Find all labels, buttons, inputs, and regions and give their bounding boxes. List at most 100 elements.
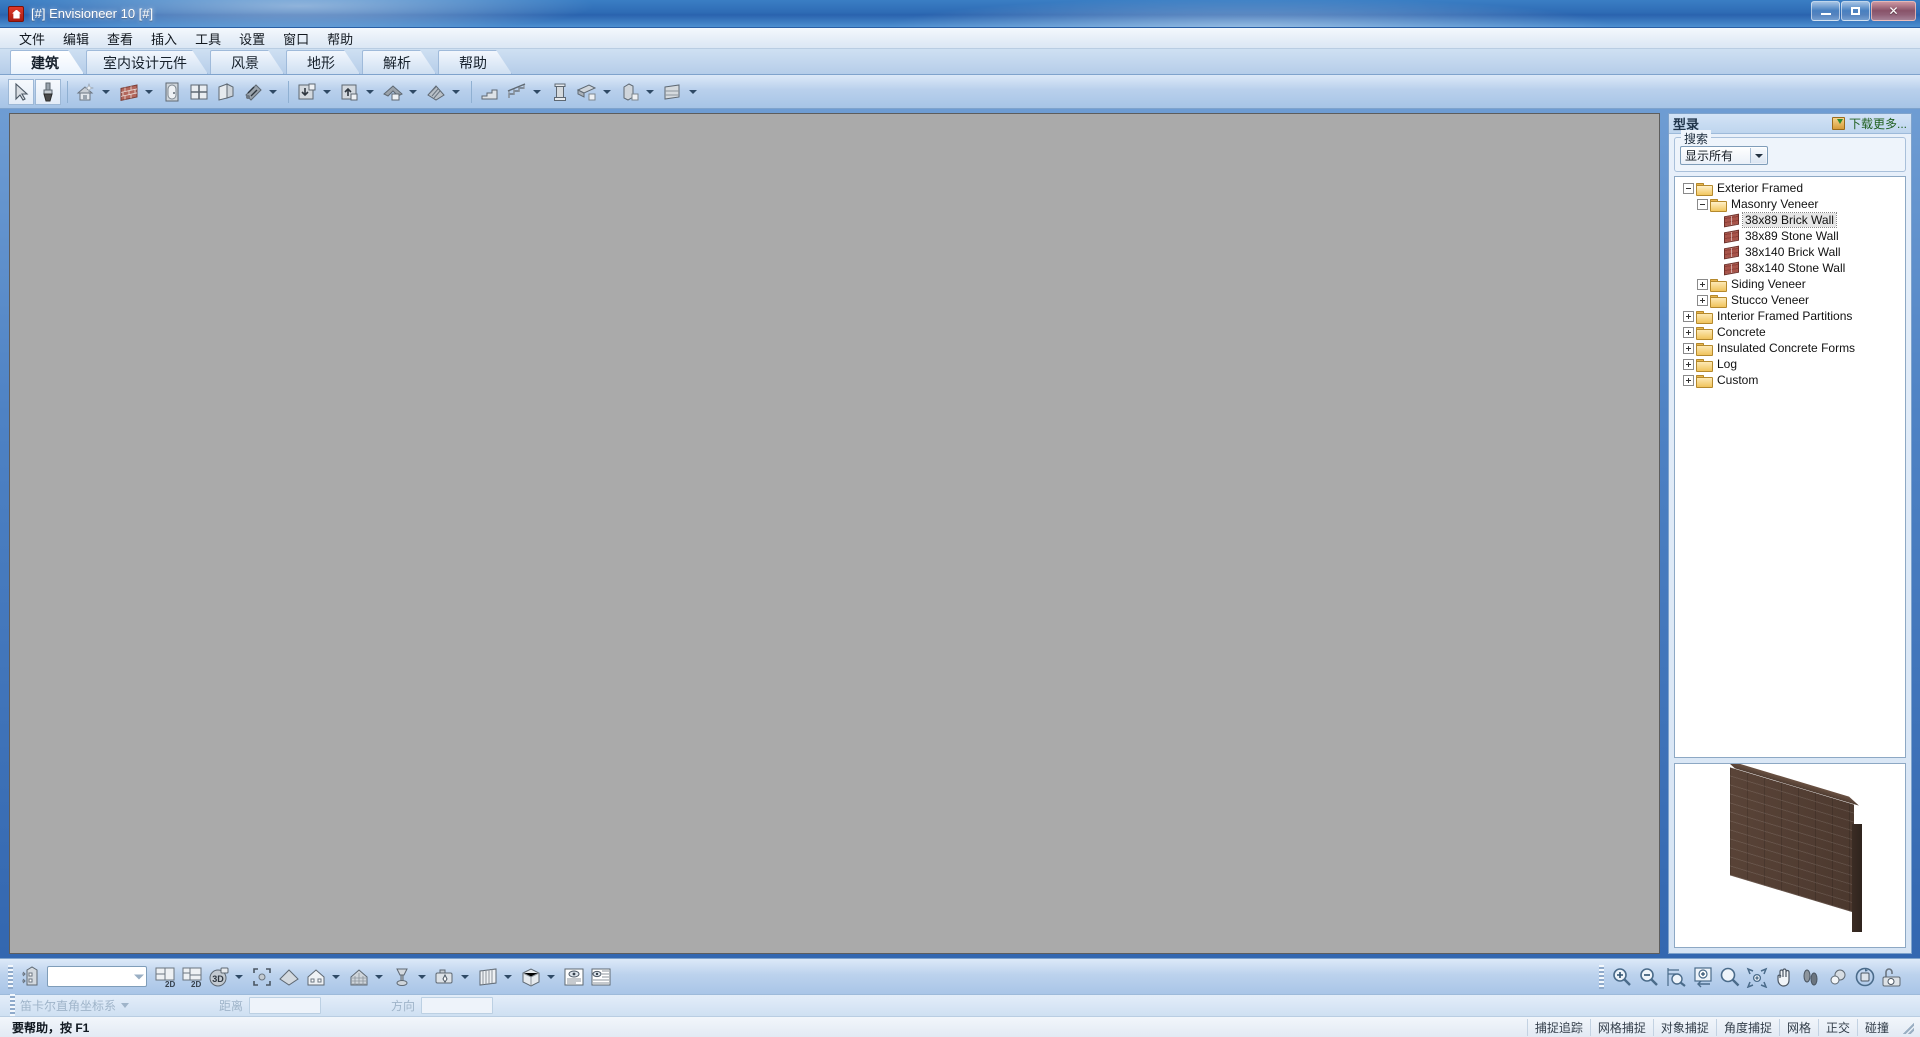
tab-interior-design[interactable]: 室内设计元件 xyxy=(86,50,208,74)
status-ortho[interactable]: 正交 xyxy=(1817,1018,1857,1036)
view-3d-dropdown-arrow[interactable] xyxy=(233,964,245,990)
camera-view-icon[interactable] xyxy=(432,964,458,990)
tree-item[interactable]: Insulated Concrete Forms xyxy=(1677,340,1905,356)
zoom-in-icon[interactable] xyxy=(1609,964,1635,990)
render-quality-dropdown-arrow[interactable] xyxy=(416,964,428,990)
active-level-combo[interactable] xyxy=(47,966,147,987)
perspective-box-icon[interactable] xyxy=(518,964,544,990)
zoom-window-icon[interactable] xyxy=(1663,964,1689,990)
view-3d-icon[interactable]: 3D xyxy=(206,964,232,990)
window-resize-grip[interactable] xyxy=(1900,1020,1914,1034)
floor-down-icon[interactable] xyxy=(294,79,320,105)
report-preview-icon[interactable] xyxy=(561,964,587,990)
tree-item[interactable]: Custom xyxy=(1677,372,1905,388)
expand-plus-icon[interactable] xyxy=(1683,342,1694,354)
wall-dropdown-arrow[interactable] xyxy=(143,79,155,105)
paintbrush-icon[interactable] xyxy=(35,78,61,105)
deck-dropdown-arrow[interactable] xyxy=(687,79,699,105)
pan-hand-icon[interactable] xyxy=(1771,964,1797,990)
elevation-view-icon[interactable] xyxy=(303,964,329,990)
expand-plus-icon[interactable] xyxy=(1697,294,1708,306)
expand-plus-icon[interactable] xyxy=(1683,326,1694,338)
status-snap-tracking[interactable]: 捕捉追踪 xyxy=(1526,1018,1590,1036)
fence-view-icon[interactable] xyxy=(475,964,501,990)
menu-file[interactable]: 文件 xyxy=(10,27,54,50)
house-wizard-dropdown-arrow[interactable] xyxy=(100,79,112,105)
roof-view-icon[interactable] xyxy=(276,964,302,990)
nav-toolbar-grip[interactable] xyxy=(1599,964,1604,989)
material-region-icon[interactable] xyxy=(240,79,266,105)
tab-architecture[interactable]: 建筑 xyxy=(10,50,84,74)
tree-item[interactable]: 38x140 Stone Wall xyxy=(1677,260,1905,276)
catalog-filter-select[interactable]: 显示所有 xyxy=(1680,146,1768,165)
window-icon[interactable] xyxy=(186,79,212,105)
expand-plus-icon[interactable] xyxy=(1683,374,1694,386)
expand-plus-icon[interactable] xyxy=(1683,310,1694,322)
expand-plus-icon[interactable] xyxy=(1697,278,1708,290)
coordinate-system-select[interactable]: 笛卡尔直角坐标系 xyxy=(20,997,130,1014)
perspective-box-dropdown-arrow[interactable] xyxy=(545,964,557,990)
railing-dropdown-arrow[interactable] xyxy=(531,79,543,105)
collapse-minus-icon[interactable] xyxy=(1683,182,1694,194)
tree-item[interactable]: Exterior Framed xyxy=(1677,180,1905,196)
zoom-all-icon[interactable] xyxy=(1744,964,1770,990)
wall-icon[interactable] xyxy=(116,79,142,105)
zoom-fit-icon[interactable] xyxy=(249,964,275,990)
material-region-dropdown-arrow[interactable] xyxy=(267,79,279,105)
tree-item[interactable]: Siding Veneer xyxy=(1677,276,1905,292)
download-more-link[interactable]: 下载更多... xyxy=(1831,115,1907,132)
direction-input[interactable] xyxy=(421,997,494,1014)
tree-item[interactable]: Stucco Veneer xyxy=(1677,292,1905,308)
zoom-extents-icon[interactable] xyxy=(1717,964,1743,990)
post-icon[interactable] xyxy=(617,79,643,105)
tab-terrain[interactable]: 地形 xyxy=(286,50,360,74)
section-view-dropdown-arrow[interactable] xyxy=(373,964,385,990)
walk-through-icon[interactable] xyxy=(1798,964,1824,990)
render-quality-icon[interactable] xyxy=(389,964,415,990)
coordbar-grip[interactable] xyxy=(10,993,15,1018)
opening-icon[interactable] xyxy=(213,79,239,105)
beam-dropdown-arrow[interactable] xyxy=(601,79,613,105)
view-2d-plus-icon[interactable]: 2D xyxy=(179,964,205,990)
zoom-out-icon[interactable] xyxy=(1636,964,1662,990)
tree-item[interactable]: Log xyxy=(1677,356,1905,372)
tree-item[interactable]: Interior Framed Partitions xyxy=(1677,308,1905,324)
snapshot-camera-icon[interactable] xyxy=(1879,964,1905,990)
beam-icon[interactable] xyxy=(574,79,600,105)
column-icon[interactable] xyxy=(547,79,573,105)
tree-item[interactable]: 38x140 Brick Wall xyxy=(1677,244,1905,260)
collapse-minus-icon[interactable] xyxy=(1697,198,1708,210)
menu-window[interactable]: 窗口 xyxy=(274,27,318,50)
drawing-canvas[interactable] xyxy=(10,114,1659,953)
post-dropdown-arrow[interactable] xyxy=(644,79,656,105)
tree-item[interactable]: 38x89 Stone Wall xyxy=(1677,228,1905,244)
menu-help[interactable]: 帮助 xyxy=(318,27,362,50)
floor-up-icon[interactable] xyxy=(337,79,363,105)
report-list-icon[interactable] xyxy=(588,964,614,990)
stairs-icon[interactable] xyxy=(477,79,503,105)
tab-analysis[interactable]: 解析 xyxy=(362,50,436,74)
status-grid-snap[interactable]: 网格捕捉 xyxy=(1589,1018,1653,1036)
deck-icon[interactable] xyxy=(660,79,686,105)
zoom-previous-icon[interactable] xyxy=(1690,964,1716,990)
menu-tools[interactable]: 工具 xyxy=(186,27,230,50)
roof-dropdown-arrow[interactable] xyxy=(407,79,419,105)
close-icon[interactable]: ✕ xyxy=(1871,1,1916,21)
roof-icon[interactable] xyxy=(380,79,406,105)
tree-item[interactable]: 38x89 Brick Wall xyxy=(1677,212,1905,228)
roof-plane-dropdown-arrow[interactable] xyxy=(450,79,462,105)
distance-input[interactable] xyxy=(249,997,322,1014)
building-levels-icon[interactable] xyxy=(18,964,44,990)
view-2d-icon[interactable]: 2D xyxy=(152,964,178,990)
tree-item[interactable]: Concrete xyxy=(1677,324,1905,340)
door-icon[interactable] xyxy=(159,79,185,105)
minimize-icon[interactable] xyxy=(1811,1,1840,21)
status-angle-snap[interactable]: 角度捕捉 xyxy=(1715,1018,1779,1036)
expand-plus-icon[interactable] xyxy=(1683,358,1694,370)
menu-insert[interactable]: 插入 xyxy=(142,27,186,50)
floor-up-dropdown-arrow[interactable] xyxy=(364,79,376,105)
roof-plane-icon[interactable] xyxy=(423,79,449,105)
status-grid[interactable]: 网格 xyxy=(1778,1018,1818,1036)
orbit-icon[interactable] xyxy=(1825,964,1851,990)
camera-view-dropdown-arrow[interactable] xyxy=(459,964,471,990)
